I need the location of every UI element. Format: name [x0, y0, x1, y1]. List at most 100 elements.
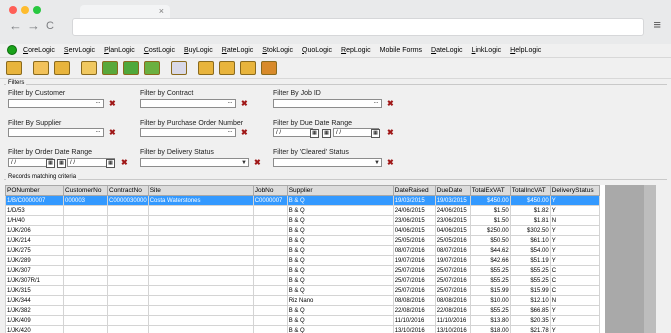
filter-job-id-input[interactable]: ...: [273, 99, 382, 108]
contract-lookup-button[interactable]: ...: [225, 99, 235, 107]
menu-item[interactable]: RateLogic: [222, 47, 254, 54]
toolbar-button[interactable]: [238, 59, 257, 78]
clear-due-date-icon[interactable]: ✖: [387, 128, 394, 137]
menu-item[interactable]: BuyLogic: [184, 47, 213, 54]
due-date-from-calendar-icon[interactable]: ▦: [310, 129, 319, 138]
table-cell: $450.00: [469, 195, 511, 206]
column-header[interactable]: DeliveryStatus: [549, 185, 600, 196]
menu-item[interactable]: RepLogic: [341, 47, 371, 54]
toolbar-button[interactable]: [196, 59, 215, 78]
toolbar-button[interactable]: [31, 59, 50, 78]
table-row[interactable]: 1/JK/307 B & Q 25/07/2016 25/07/2016 $55.25 $…: [5, 265, 600, 276]
column-header[interactable]: CustomerNo: [63, 185, 108, 196]
toolbar-button[interactable]: [52, 59, 71, 78]
toolbar-button[interactable]: [259, 59, 278, 78]
order-date-to-calendar-icon[interactable]: ▦: [106, 159, 115, 168]
clear-supplier-icon[interactable]: ✖: [109, 128, 116, 137]
table-cell: [63, 215, 108, 226]
folder-edit-icon: [239, 61, 256, 75]
menu-item[interactable]: PlanLogic: [104, 47, 135, 54]
table-row[interactable]: 1/JK/382 B & Q 22/08/2016 22/08/2016 $55.25 $…: [5, 305, 600, 316]
table-row[interactable]: 1/JK/206 B & Q 04/06/2015 04/06/2015 $250.00…: [5, 225, 600, 236]
cleared-status-select[interactable]: ▼: [273, 158, 382, 167]
browser-tab[interactable]: ×: [80, 5, 170, 19]
tab-close-icon[interactable]: ×: [159, 6, 164, 16]
menu-item[interactable]: CoreLogic: [23, 47, 55, 54]
grid-vertical-scrollbar[interactable]: [644, 185, 656, 333]
menu-item-label: lanLogic: [108, 46, 135, 54]
toolbar-button[interactable]: [100, 59, 119, 78]
due-date-to-calendar-icon[interactable]: ▦: [371, 129, 380, 138]
toolbar-button[interactable]: [142, 59, 161, 78]
delivery-status-select[interactable]: ▼: [140, 158, 249, 167]
table-row[interactable]: 1/JK/307R/1 B & Q 25/07/2016 25/07/2016 $55.…: [5, 275, 600, 286]
table-cell: $42.66: [469, 255, 511, 266]
column-header[interactable]: JobNo: [252, 185, 288, 196]
menu-item[interactable]: DateLogic: [431, 47, 463, 54]
table-row[interactable]: 1/JK/214 B & Q 25/05/2016 25/05/2016 $50.50 $…: [5, 235, 600, 246]
menu-item[interactable]: Mobile Forms: [380, 47, 422, 54]
job-id-lookup-button[interactable]: ...: [371, 99, 381, 107]
column-header[interactable]: ContractNo: [107, 185, 149, 196]
toolbar-button[interactable]: [217, 59, 236, 78]
menu-item[interactable]: QuoLogic: [302, 47, 332, 54]
column-header[interactable]: DateRaised: [392, 185, 436, 196]
forward-arrow-icon[interactable]: →: [27, 18, 40, 34]
back-arrow-icon[interactable]: ←: [9, 18, 22, 34]
column-header[interactable]: TotalIncVAT: [509, 185, 551, 196]
clear-contract-icon[interactable]: ✖: [241, 99, 248, 108]
po-number-lookup-button[interactable]: ...: [225, 128, 235, 136]
filter-supplier-input[interactable]: ...: [8, 128, 104, 137]
clear-job-id-icon[interactable]: ✖: [387, 99, 394, 108]
clear-order-date-icon[interactable]: ✖: [121, 158, 128, 167]
chevron-down-icon[interactable]: ▼: [241, 159, 247, 167]
table-row[interactable]: 1/H/40 B & Q 23/06/2015 23/06/2015 $1.50 $1.8…: [5, 215, 600, 226]
table-row[interactable]: 1/JK/420 B & Q 13/10/2016 13/10/2016 $18.00 $…: [5, 325, 600, 333]
filter-contract-input[interactable]: ...: [140, 99, 236, 108]
menu-item[interactable]: HelpLogic: [510, 47, 541, 54]
column-header[interactable]: DueDate: [434, 185, 471, 196]
clear-customer-icon[interactable]: ✖: [109, 99, 116, 108]
toolbar-button[interactable]: [4, 59, 23, 78]
filter-customer-input[interactable]: ...: [8, 99, 104, 108]
clear-po-number-icon[interactable]: ✖: [241, 128, 248, 137]
column-header[interactable]: Supplier: [286, 185, 394, 196]
filter-job-id-label: Filter By Job ID: [273, 90, 321, 97]
browser-menu-icon[interactable]: ≡: [653, 17, 661, 32]
due-date-copy-icon[interactable]: ▦: [322, 129, 331, 138]
chevron-down-icon[interactable]: ▼: [374, 159, 380, 167]
address-bar[interactable]: [72, 18, 644, 36]
customer-lookup-button[interactable]: ...: [93, 99, 103, 107]
due-date-from-input[interactable]: / /: [273, 128, 313, 137]
table-cell: 1/D/53: [5, 205, 64, 216]
table-row[interactable]: 1/JK/275 B & Q 08/07/2016 08/07/2016 $44.62 $…: [5, 245, 600, 256]
column-header[interactable]: PONumber: [5, 185, 64, 196]
toolbar-button[interactable]: [79, 59, 98, 78]
filter-po-number-input[interactable]: ...: [140, 128, 236, 137]
reload-icon[interactable]: C: [46, 18, 54, 34]
order-date-from-calendar-icon[interactable]: ▦: [46, 159, 55, 168]
table-row[interactable]: 1/D/53 B & Q 24/06/2015 24/06/2015 $1.50 $1.8…: [5, 205, 600, 216]
order-date-copy-icon[interactable]: ▦: [57, 159, 66, 168]
toolbar-button[interactable]: [169, 59, 188, 78]
close-window-dot[interactable]: [9, 6, 17, 14]
maximize-window-dot[interactable]: [33, 6, 41, 14]
toolbar-button[interactable]: [121, 59, 140, 78]
table-row[interactable]: 1/JK/289 B & Q 19/07/2016 19/07/2016 $42.66 $…: [5, 255, 600, 266]
menu-item[interactable]: CostLogic: [144, 47, 175, 54]
supplier-lookup-button[interactable]: ...: [93, 128, 103, 136]
menu-item[interactable]: ServLogic: [64, 47, 95, 54]
table-cell: $20.35: [509, 315, 551, 326]
clear-delivery-status-icon[interactable]: ✖: [254, 158, 261, 167]
table-row[interactable]: 1/JK/315 B & Q 25/07/2016 25/07/2016 $15.99 $…: [5, 285, 600, 296]
table-cell: 23/06/2015: [392, 215, 436, 226]
menu-item[interactable]: LinkLogic: [472, 47, 502, 54]
clear-cleared-status-icon[interactable]: ✖: [387, 158, 394, 167]
minimize-window-dot[interactable]: [21, 6, 29, 14]
column-header[interactable]: Site: [147, 185, 254, 196]
menu-item[interactable]: StokLogic: [262, 47, 293, 54]
table-row[interactable]: 1/JK/344 Riz Nano 08/08/2016 08/08/2016 $10.…: [5, 295, 600, 306]
table-row[interactable]: 1/JK/409 B & Q 11/10/2016 11/10/2016 $13.80 $…: [5, 315, 600, 326]
column-header[interactable]: TotalExVAT: [469, 185, 511, 196]
table-row[interactable]: 1/B/C0000007 000003 C0000030000 Costa Water…: [5, 195, 600, 206]
